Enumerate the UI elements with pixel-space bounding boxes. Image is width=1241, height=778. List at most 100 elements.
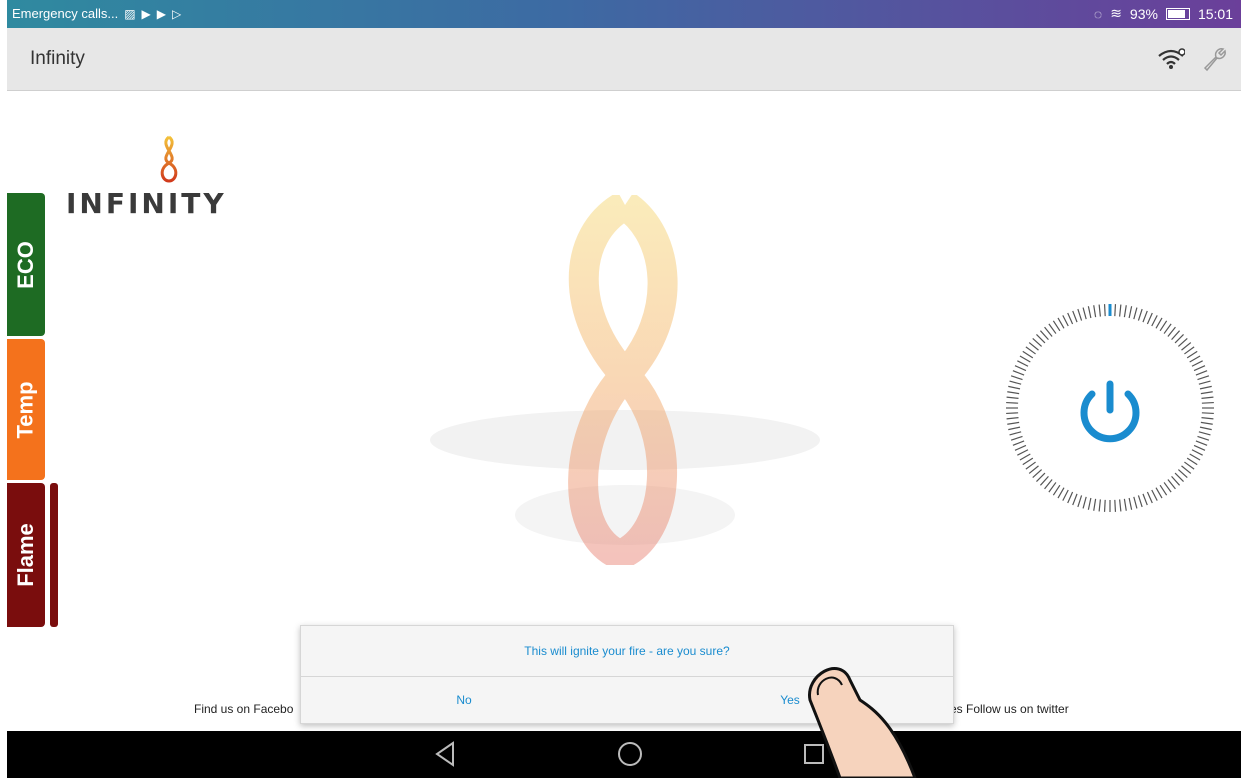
- dial-tick: [1077, 495, 1083, 508]
- dial-tick: [1197, 375, 1210, 381]
- finger-pointer-icon: [808, 667, 917, 778]
- dial-tick: [1098, 499, 1101, 512]
- dial-tick: [1181, 465, 1192, 474]
- dial-tick: [1039, 330, 1049, 341]
- dial-tick: [1171, 330, 1181, 341]
- dial-tick: [1163, 482, 1172, 493]
- dial-tick: [1077, 308, 1083, 321]
- dial-tick: [1195, 370, 1208, 376]
- power-dial[interactable]: [1004, 302, 1216, 514]
- dial-tick: [1014, 365, 1027, 372]
- dial-tick: [1093, 498, 1097, 511]
- dial-tick: [1010, 435, 1023, 441]
- wrench-icon[interactable]: [1201, 46, 1227, 77]
- dial-tick: [1146, 491, 1153, 504]
- dial-tick: [1198, 380, 1211, 385]
- facebook-link[interactable]: Find us on Facebo: [194, 702, 293, 716]
- dial-tick: [1186, 350, 1198, 359]
- power-icon[interactable]: [1080, 380, 1140, 443]
- dial-tick: [1022, 350, 1034, 359]
- dial-tick: [1195, 440, 1208, 446]
- dial-tick: [1151, 489, 1158, 501]
- navigation-bar: [7, 731, 1241, 778]
- home-icon[interactable]: [615, 739, 645, 769]
- dial-tick: [1199, 385, 1212, 390]
- battery-percent: 93%: [1129, 5, 1158, 22]
- dial-tick: [1171, 475, 1181, 486]
- dial-tick: [1044, 326, 1053, 337]
- no-button[interactable]: No: [301, 677, 627, 723]
- dial-tick: [1184, 346, 1195, 355]
- dial-tick: [1201, 401, 1214, 404]
- dial-tick: [1189, 355, 1201, 363]
- dial-tick: [1151, 315, 1158, 327]
- dial-tick: [1057, 487, 1065, 499]
- tab-temp-label: Temp: [13, 380, 39, 439]
- wifi-icon[interactable]: [1157, 48, 1186, 75]
- dial-tick: [1201, 396, 1214, 399]
- dial-tick: [1200, 391, 1213, 395]
- dial-tick: [1191, 449, 1203, 456]
- tab-eco[interactable]: ECO: [7, 193, 45, 336]
- dial-tick: [1133, 496, 1138, 509]
- dial-tick: [1009, 380, 1022, 385]
- dial-tick: [1200, 421, 1213, 425]
- brand-logo: INFINITY: [66, 135, 276, 220]
- dial-tick: [1044, 479, 1053, 490]
- dial-tick: [1159, 484, 1168, 496]
- dial-tick: [1017, 449, 1029, 456]
- dial-tick: [1197, 435, 1210, 441]
- dial-tick: [1198, 431, 1211, 436]
- dial-tick: [1006, 401, 1019, 404]
- dial-tick: [1072, 493, 1078, 506]
- emergency-calls-text: Emergency calls...: [12, 6, 119, 21]
- dial-tick: [1036, 334, 1046, 344]
- play-icon: ▷: [172, 6, 182, 21]
- dial-tick: [1087, 497, 1092, 510]
- tab-flame[interactable]: Flame: [7, 483, 45, 627]
- dial-tick: [1103, 304, 1106, 317]
- dial-tick: [1114, 499, 1117, 512]
- dial-tick: [1007, 421, 1020, 425]
- back-icon[interactable]: [433, 739, 457, 769]
- dial-tick: [1137, 308, 1143, 321]
- dial-tick: [1028, 342, 1039, 351]
- dial-tick: [1052, 320, 1061, 332]
- dial-tick: [1201, 417, 1214, 420]
- flame-logo-icon: [160, 135, 178, 183]
- play-icon: ▶: [156, 6, 167, 21]
- dial-tick: [1174, 334, 1184, 344]
- vibrate-icon: ◌: [1093, 5, 1103, 22]
- dial-tick: [1155, 317, 1163, 329]
- dial-tick: [1036, 472, 1046, 482]
- dial-tick: [1019, 453, 1031, 461]
- dial-tick: [1022, 457, 1034, 466]
- dial-tick: [1128, 497, 1133, 510]
- dial-tick: [1007, 391, 1020, 395]
- twitter-link[interactable]: es Follow us on twitter: [950, 702, 1069, 716]
- tab-eco-label: ECO: [13, 240, 38, 289]
- dial-tick: [1048, 323, 1057, 334]
- app-bar: Infinity: [7, 28, 1241, 91]
- dial-tick: [1082, 496, 1087, 509]
- dial-tick: [1186, 457, 1198, 466]
- dial-tick: [1052, 484, 1061, 496]
- dial-tick: [1093, 305, 1097, 318]
- flame-tab-indicator: [50, 483, 58, 627]
- dial-tick: [1167, 326, 1176, 337]
- dial-tick: [1174, 472, 1184, 482]
- dial-tick: [1119, 304, 1122, 317]
- dial-tick: [1142, 493, 1148, 506]
- background-flame-image: [430, 195, 820, 565]
- dial-tick: [1163, 323, 1172, 334]
- tab-temp[interactable]: Temp: [7, 339, 45, 480]
- dial-tick: [1032, 337, 1043, 347]
- image-icon: ▨: [124, 6, 136, 21]
- dial-tick: [1025, 461, 1036, 470]
- dial-tick: [1012, 440, 1025, 446]
- dial-tick: [1114, 304, 1117, 317]
- dial-tick: [1155, 487, 1163, 499]
- wifi-status-icon: ≋: [1110, 5, 1122, 21]
- dial-tick: [1142, 310, 1148, 323]
- dial-tick: [1048, 482, 1057, 493]
